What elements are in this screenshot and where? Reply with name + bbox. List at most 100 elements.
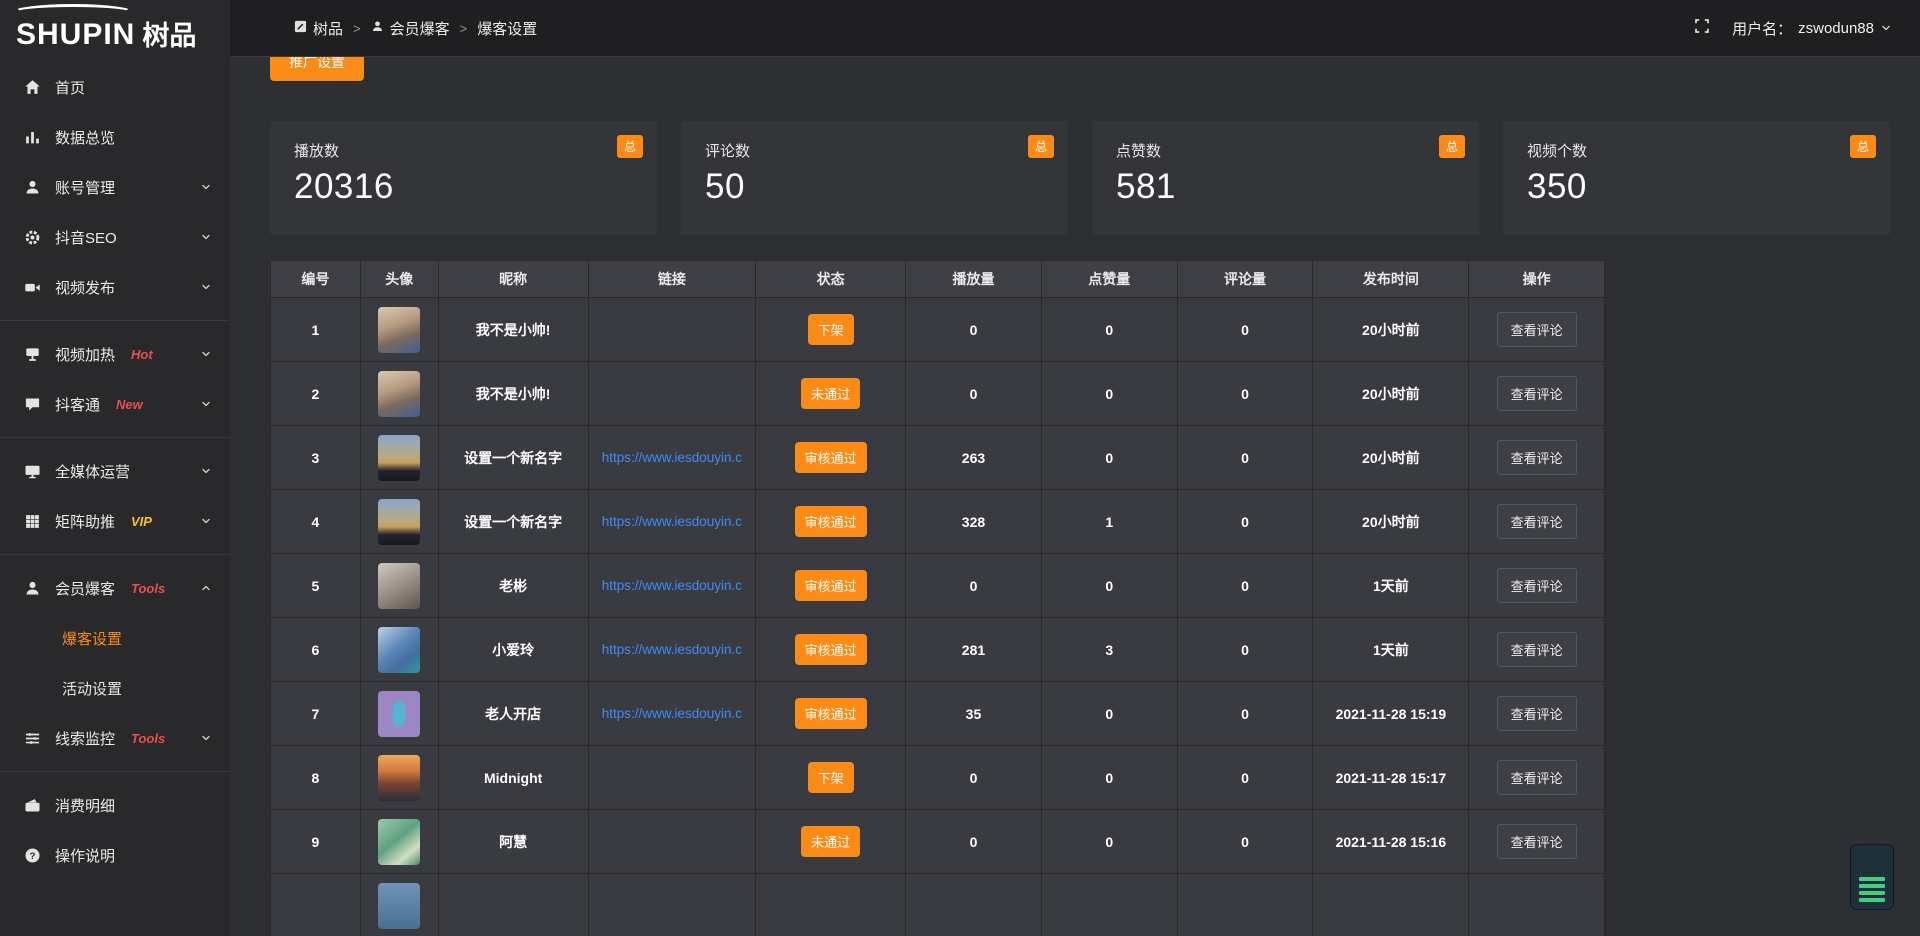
view-comments-button[interactable]: 查看评论 <box>1497 504 1577 539</box>
status-badge: 未通过 <box>801 826 860 857</box>
cell-nickname: 我不是小帅! <box>439 298 589 362</box>
cell-time: 20小时前 <box>1313 362 1469 426</box>
cell-no: 3 <box>271 426 361 490</box>
cell-avatar <box>361 426 439 490</box>
total-badge: 总 <box>1439 135 1465 158</box>
cell-no <box>271 874 361 936</box>
topbar-right: 用户名：zswodun88 <box>1694 18 1892 39</box>
avatar <box>378 883 420 929</box>
user-icon <box>371 20 384 37</box>
sidebar-subitem-activity-settings[interactable]: 活动设置 <box>0 663 230 713</box>
sidebar-subitem-baoke-settings[interactable]: 爆客设置 <box>0 613 230 663</box>
view-comments-button[interactable]: 查看评论 <box>1497 440 1577 475</box>
cell-nickname: 设置一个新名字 <box>439 490 589 554</box>
cell-likes: 0 <box>1042 682 1178 746</box>
sidebar-item-label: 数据总览 <box>55 127 115 148</box>
sliders-icon <box>24 730 41 747</box>
view-comments-button[interactable]: 查看评论 <box>1497 312 1577 347</box>
status-badge: 下架 <box>808 762 854 793</box>
stat-card-plays: 播放数 20316 总 <box>270 121 657 235</box>
bar-chart-icon <box>24 129 41 146</box>
table-row: 3 设置一个新名字 https://www.iesdouyin.c 审核通过 2… <box>271 426 1605 490</box>
cell-likes: 0 <box>1042 426 1178 490</box>
sidebar-item-doketong[interactable]: 抖客通 New <box>0 379 230 429</box>
sidebar-item-account-mgmt[interactable]: 账号管理 <box>0 162 230 212</box>
breadcrumb-item-root[interactable]: 树品 <box>294 18 343 39</box>
heat-icon <box>24 346 41 363</box>
breadcrumb: 树品 > 会员爆客 > 爆客设置 <box>294 18 537 39</box>
view-comments-button[interactable]: 查看评论 <box>1497 632 1577 667</box>
video-link[interactable]: https://www.iesdouyin.c <box>602 514 742 529</box>
cell-nickname: 我不是小帅! <box>439 362 589 426</box>
cell-link <box>589 810 757 874</box>
breadcrumb-label: 爆客设置 <box>477 18 537 39</box>
stat-label: 视频个数 <box>1527 140 1866 161</box>
cell-avatar <box>361 746 439 810</box>
sidebar-item-member-baoke[interactable]: 会员爆客 Tools <box>0 563 230 613</box>
view-comments-button[interactable]: 查看评论 <box>1497 696 1577 731</box>
cell-likes: 0 <box>1042 298 1178 362</box>
cell-actions: 查看评论 <box>1469 746 1605 810</box>
col-header-no: 编号 <box>271 261 361 298</box>
chevron-down-icon <box>200 281 212 293</box>
cell-status: 未通过 <box>756 362 906 426</box>
sidebar-item-douyin-seo[interactable]: 抖音SEO <box>0 212 230 262</box>
fullscreen-icon[interactable] <box>1694 18 1710 39</box>
sidebar-item-lead-monitor[interactable]: 线索监控 Tools <box>0 713 230 763</box>
cell-time: 1天前 <box>1313 618 1469 682</box>
cell-actions: 查看评论 <box>1469 554 1605 618</box>
main-content: 推广设置 播放数 20316 总 评论数 50 总 点赞数 581 总 视频个数… <box>230 0 1920 936</box>
sidebar-item-all-media[interactable]: 全媒体运营 <box>0 446 230 496</box>
brand-logo[interactable]: SHUPIN 树品 <box>0 0 230 56</box>
cell-time: 20小时前 <box>1313 426 1469 490</box>
cell-actions: 查看评论 <box>1469 426 1605 490</box>
stat-label: 评论数 <box>705 140 1044 161</box>
sidebar-item-label: 矩阵助推 <box>55 511 115 532</box>
col-header-link: 链接 <box>589 261 757 298</box>
sidebar-divider <box>0 437 230 438</box>
col-header-avatar: 头像 <box>361 261 439 298</box>
vip-badge: VIP <box>131 514 152 529</box>
cell-avatar <box>361 810 439 874</box>
brand-name-en: SHUPIN <box>16 20 135 50</box>
scroll-indicator-bar <box>1859 891 1885 895</box>
video-link[interactable]: https://www.iesdouyin.c <box>602 578 742 593</box>
view-comments-button[interactable]: 查看评论 <box>1497 376 1577 411</box>
sidebar-item-consumption-detail[interactable]: 消费明细 <box>0 780 230 830</box>
video-link[interactable]: https://www.iesdouyin.c <box>602 642 742 657</box>
cell-no: 1 <box>271 298 361 362</box>
video-link[interactable]: https://www.iesdouyin.c <box>602 706 742 721</box>
page-scroll-widget[interactable] <box>1850 844 1894 910</box>
cell-likes: 0 <box>1042 746 1178 810</box>
cell-plays: 263 <box>906 426 1042 490</box>
cell-time: 2021-11-28 15:17 <box>1313 746 1469 810</box>
user-menu[interactable]: 用户名：zswodun88 <box>1732 18 1892 39</box>
cell-plays: 0 <box>906 746 1042 810</box>
view-comments-button[interactable]: 查看评论 <box>1497 824 1577 859</box>
breadcrumb-item-member[interactable]: 会员爆客 <box>371 18 450 39</box>
cell-time: 1天前 <box>1313 554 1469 618</box>
cell-link <box>589 298 757 362</box>
sidebar-item-data-overview[interactable]: 数据总览 <box>0 112 230 162</box>
cell-likes: 0 <box>1042 810 1178 874</box>
sidebar-item-matrix-boost[interactable]: 矩阵助推 VIP <box>0 496 230 546</box>
col-header-plays: 播放量 <box>906 261 1042 298</box>
avatar <box>378 563 420 609</box>
video-link[interactable]: https://www.iesdouyin.c <box>602 450 742 465</box>
sidebar-item-home[interactable]: 首页 <box>0 62 230 112</box>
sidebar-item-video-heat[interactable]: 视频加热 Hot <box>0 329 230 379</box>
cell-link <box>589 874 757 936</box>
sidebar-divider <box>0 320 230 321</box>
gear-icon <box>24 229 41 246</box>
sidebar: SHUPIN 树品 首页 数据总览 账号管理 抖音SEO 视频发布 <box>0 0 230 936</box>
breadcrumb-separator: > <box>460 21 468 36</box>
table-header: 编号 头像 昵称 链接 状态 播放量 点赞量 评论量 发布时间 操作 <box>271 261 1605 298</box>
sidebar-item-instructions[interactable]: ? 操作说明 <box>0 830 230 880</box>
cell-nickname: 小爱玲 <box>439 618 589 682</box>
breadcrumb-item-current[interactable]: 爆客设置 <box>477 18 537 39</box>
scroll-indicator-bar <box>1859 884 1885 888</box>
view-comments-button[interactable]: 查看评论 <box>1497 568 1577 603</box>
video-icon <box>24 279 41 296</box>
view-comments-button[interactable]: 查看评论 <box>1497 760 1577 795</box>
sidebar-item-video-publish[interactable]: 视频发布 <box>0 262 230 312</box>
